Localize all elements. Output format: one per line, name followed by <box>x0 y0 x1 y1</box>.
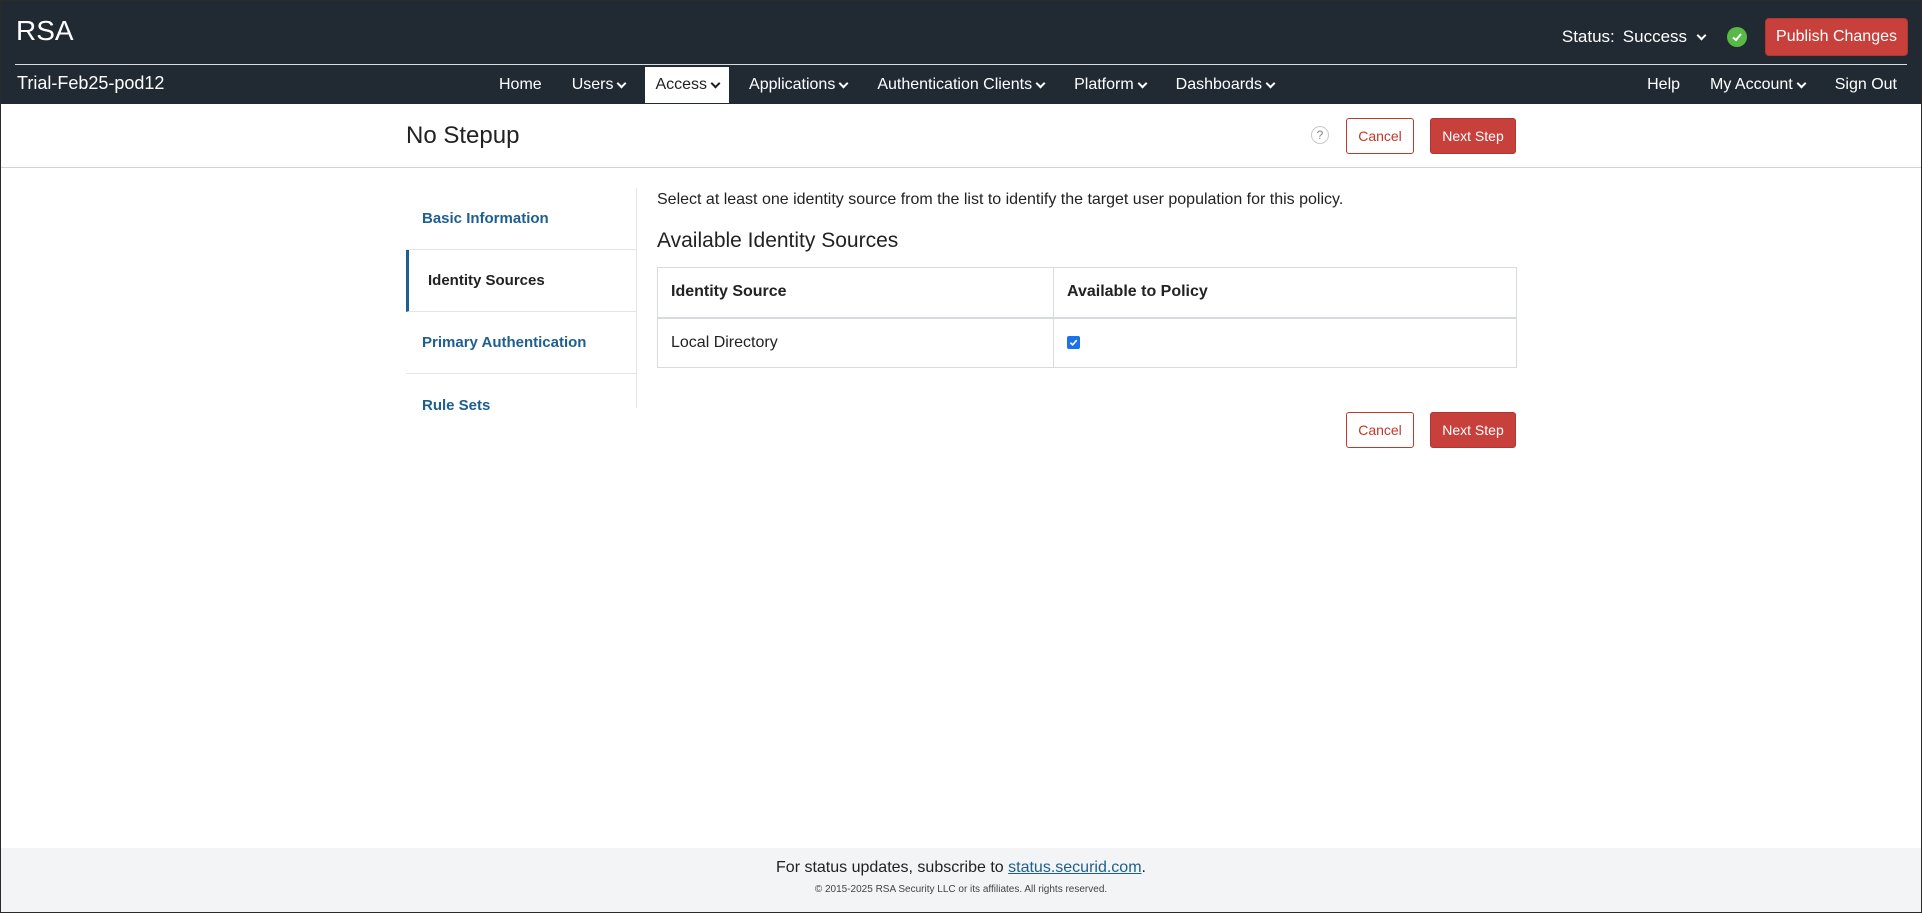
status-site-link[interactable]: status.securid.com <box>1008 859 1141 876</box>
nav-label: My Account <box>1710 76 1793 94</box>
available-to-policy-cell <box>1054 318 1517 368</box>
chevron-down-icon <box>1796 78 1806 88</box>
chevron-down-icon <box>711 78 721 88</box>
account-nav: Help My Account Sign Out <box>1627 67 1907 103</box>
tenant-name: Trial-Feb25-pod12 <box>17 73 164 94</box>
cancel-button-bottom[interactable]: Cancel <box>1346 412 1414 448</box>
step-rule-sets[interactable]: Rule Sets <box>406 374 636 436</box>
footer-status-line: For status updates, subscribe to status.… <box>0 859 1922 877</box>
table-row: Local Directory <box>658 318 1517 368</box>
step-identity-sources[interactable]: Identity Sources <box>406 250 636 312</box>
nav-label: Sign Out <box>1835 76 1897 94</box>
nav-label: Applications <box>749 76 835 94</box>
nav-label: Dashboards <box>1176 76 1262 94</box>
top-header: RSA Status: Success Publish Changes Tria… <box>0 0 1922 104</box>
header-divider <box>15 64 1907 65</box>
status-value: Success <box>1623 27 1687 47</box>
publish-changes-button[interactable]: Publish Changes <box>1765 18 1908 56</box>
cancel-button-top[interactable]: Cancel <box>1346 118 1414 154</box>
nav-applications[interactable]: Applications <box>739 67 857 103</box>
nav-users[interactable]: Users <box>562 67 636 103</box>
rsa-logo[interactable]: RSA <box>16 14 78 46</box>
wizard-steps: Basic InformationIdentity SourcesPrimary… <box>406 188 637 408</box>
chevron-down-icon <box>1266 78 1276 88</box>
step-primary-authentication[interactable]: Primary Authentication <box>406 312 636 374</box>
nav-my-account[interactable]: My Account <box>1700 67 1815 103</box>
chevron-down-icon <box>839 78 849 88</box>
nav-label: Users <box>572 76 614 94</box>
help-icon[interactable]: ? <box>1311 126 1329 144</box>
chevron-down-icon <box>1697 30 1707 40</box>
footer-prefix: For status updates, subscribe to <box>776 859 1008 876</box>
rsa-logo-mark: RSA <box>16 18 78 42</box>
nav-help[interactable]: Help <box>1637 67 1690 103</box>
step-basic-information[interactable]: Basic Information <box>406 188 636 250</box>
page-title: No Stepup <box>406 122 519 150</box>
nav-label: Home <box>499 76 542 94</box>
status-dropdown[interactable]: Success <box>1623 27 1705 47</box>
chevron-down-icon <box>1137 78 1147 88</box>
nav-platform[interactable]: Platform <box>1064 67 1156 103</box>
main-nav: Home Users Access Applications Authenticatio… <box>489 67 1294 103</box>
copyright-text: © 2015-2025 RSA Security LLC or its affi… <box>0 884 1922 895</box>
nav-dashboards[interactable]: Dashboards <box>1166 67 1284 103</box>
page-titlebar: No Stepup ? Cancel Next Step <box>0 104 1922 168</box>
column-header-identity-source: Identity Source <box>658 268 1054 318</box>
identity-sources-table: Identity Source Available to Policy Loca… <box>657 267 1517 368</box>
next-step-button-bottom[interactable]: Next Step <box>1430 412 1516 448</box>
table-header-row: Identity Source Available to Policy <box>658 268 1517 318</box>
nav-authentication-clients[interactable]: Authentication Clients <box>867 67 1054 103</box>
nav-access[interactable]: Access <box>645 67 729 103</box>
chevron-down-icon <box>1036 78 1046 88</box>
chevron-down-icon <box>617 78 627 88</box>
nav-home[interactable]: Home <box>489 67 552 103</box>
section-title: Available Identity Sources <box>657 229 1517 253</box>
next-step-button-top[interactable]: Next Step <box>1430 118 1516 154</box>
page-footer: For status updates, subscribe to status.… <box>0 848 1922 913</box>
available-checkbox[interactable] <box>1067 336 1080 349</box>
intro-text: Select at least one identity source from… <box>657 191 1517 209</box>
status-label: Status: <box>1562 27 1615 47</box>
nav-label: Platform <box>1074 76 1134 94</box>
svg-text:RSA: RSA <box>16 18 74 42</box>
nav-label: Help <box>1647 76 1680 94</box>
main-content: Select at least one identity source from… <box>657 188 1517 368</box>
nav-label: Authentication Clients <box>877 76 1032 94</box>
nav-sign-out[interactable]: Sign Out <box>1825 67 1907 103</box>
identity-source-cell: Local Directory <box>658 318 1054 368</box>
footer-suffix: . <box>1142 859 1146 876</box>
status-area: Status: Success Publish Changes <box>1562 18 1908 56</box>
nav-label: Access <box>655 76 707 94</box>
success-check-icon <box>1727 27 1747 47</box>
column-header-available-to-policy: Available to Policy <box>1054 268 1517 318</box>
